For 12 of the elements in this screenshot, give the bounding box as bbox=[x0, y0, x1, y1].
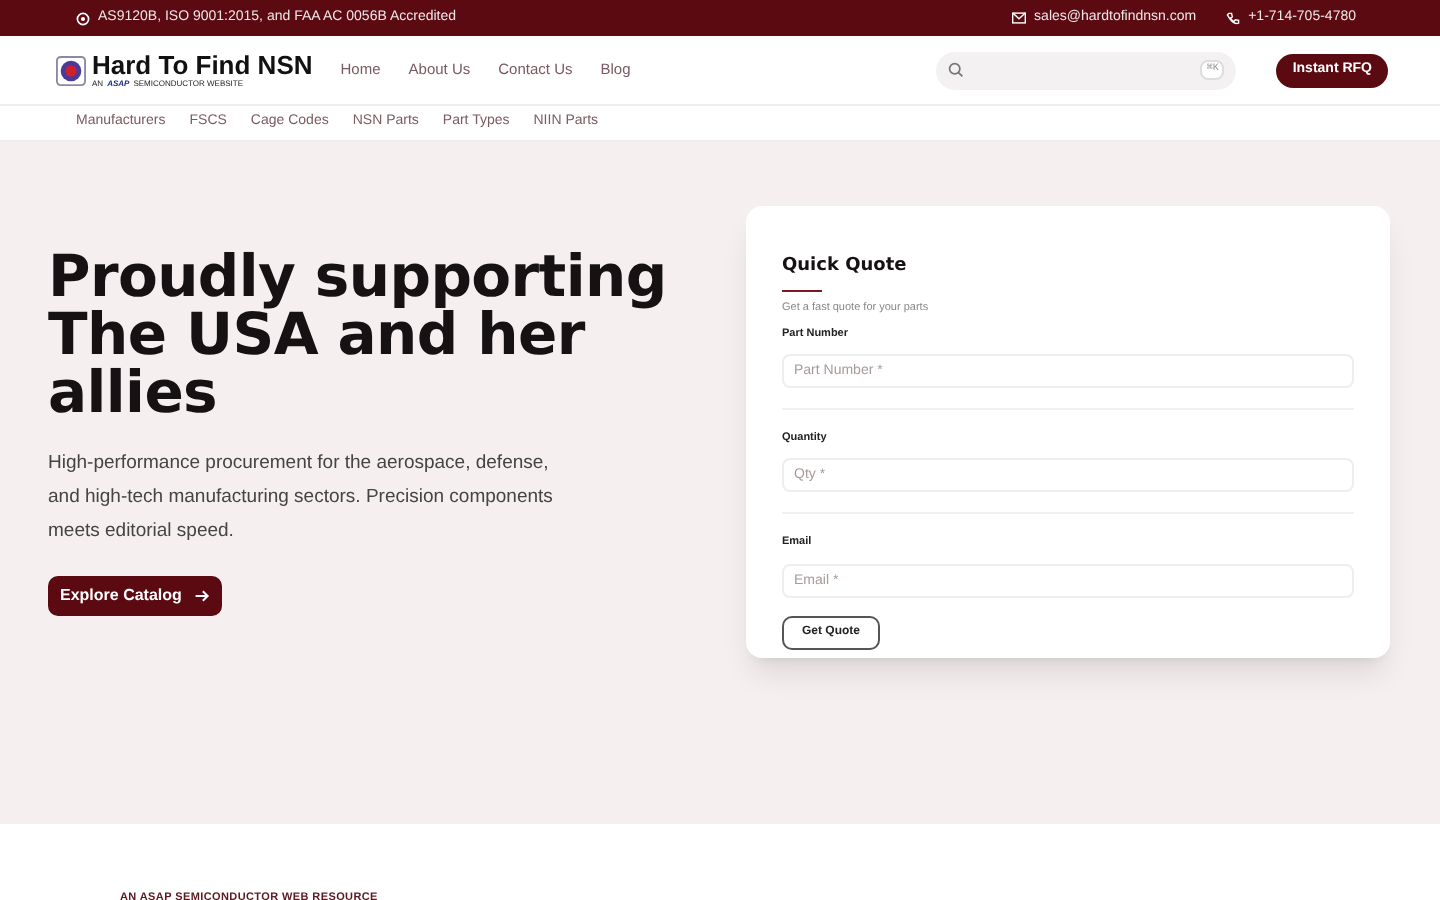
title-underline bbox=[782, 289, 822, 291]
hero-heading: Proudly supporting The USA and her allies bbox=[48, 248, 669, 422]
hero-text: High-performance procurement for the aerospace, defense, and high-tech manufacturing sectors. Precision components meets editorial speed. bbox=[48, 450, 555, 546]
card-title: Quick Quote bbox=[782, 254, 909, 280]
logo-title[interactable]: Hard To Find NSN bbox=[92, 52, 313, 78]
badge-icon bbox=[76, 11, 90, 25]
phone-icon bbox=[1226, 11, 1241, 25]
search-icon bbox=[948, 62, 965, 78]
explore-catalog-button[interactable]: Explore Catalog bbox=[48, 576, 222, 616]
arrow-right-icon bbox=[193, 588, 210, 604]
logo-icon[interactable] bbox=[56, 55, 86, 85]
mail-icon bbox=[1012, 12, 1027, 24]
